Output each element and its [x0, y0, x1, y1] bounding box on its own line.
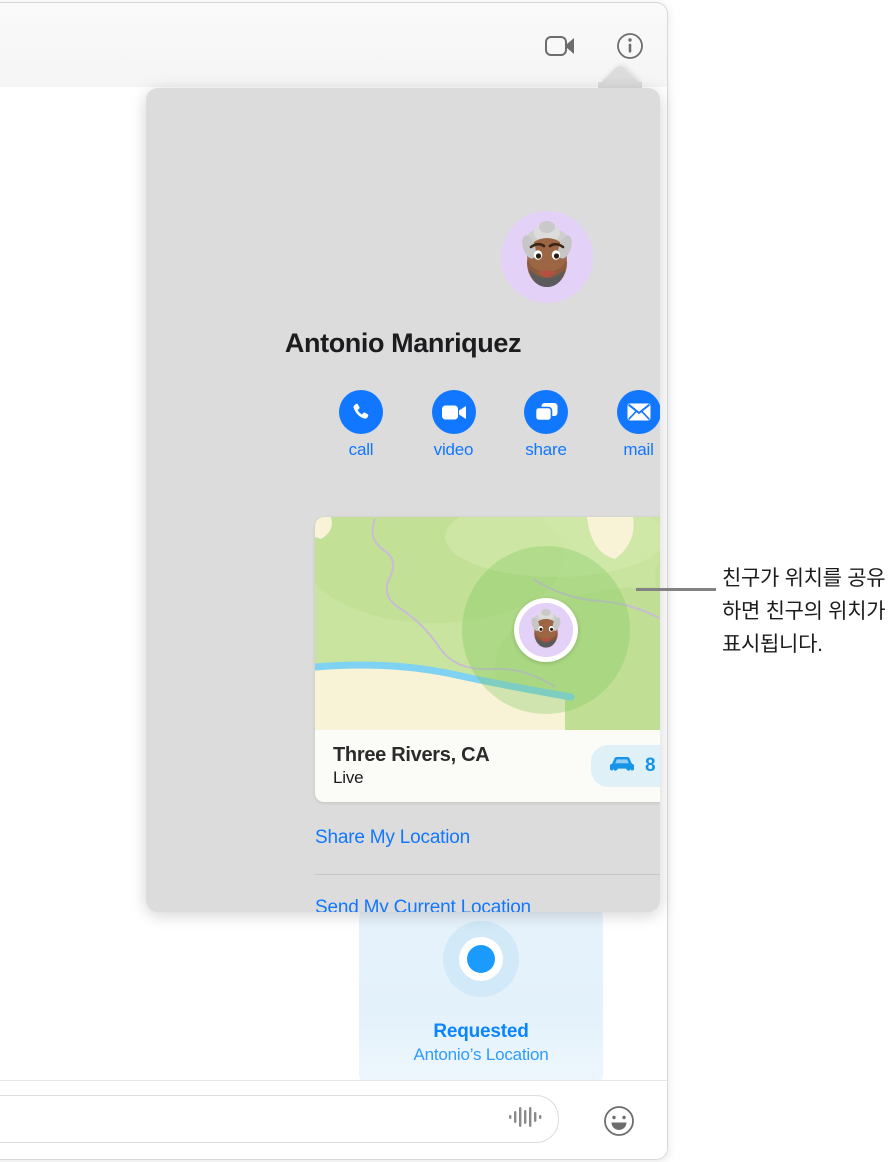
facetime-video-icon[interactable]: [539, 25, 581, 67]
message-text-input[interactable]: [0, 1095, 559, 1143]
action-label: share: [525, 440, 567, 459]
action-share[interactable]: share: [513, 390, 579, 460]
action-label: video: [433, 440, 474, 459]
share-my-location-link[interactable]: Share My Location: [315, 827, 470, 849]
message-bubble-container: Requested Antonio’s Location: [359, 901, 609, 1091]
video-camera-icon: [431, 390, 476, 434]
contact-details-popover: Antonio Manriquez call video share mail …: [146, 88, 660, 912]
action-label: call: [348, 440, 374, 459]
location-name: Three Rivers, CA: [333, 744, 490, 766]
map-location-info: Three Rivers, CA Live: [333, 744, 490, 788]
contact-name: Antonio Manriquez: [284, 328, 522, 358]
eta-text: 8 hr 11 min: [645, 755, 660, 776]
window-toolbar: [0, 3, 667, 88]
action-call[interactable]: call: [328, 390, 394, 460]
screen-share-icon: [524, 390, 568, 434]
map-canvas: [315, 517, 660, 730]
quick-actions-row: call video share mail: [306, 390, 660, 460]
map-person-pin[interactable]: [514, 598, 578, 662]
contact-avatar[interactable]: [501, 211, 593, 303]
location-pin-dot-icon: [433, 919, 529, 1015]
action-mail[interactable]: mail: [606, 390, 660, 460]
audio-waveform-icon[interactable]: [508, 1106, 542, 1133]
map-footer: Three Rivers, CA Live 8 hr 11 min: [315, 730, 660, 802]
bubble-title: Requested: [433, 1021, 529, 1042]
action-video[interactable]: video: [421, 390, 487, 460]
toolbar-actions: [539, 25, 651, 67]
car-icon: [609, 755, 635, 778]
bubble-subtitle: Antonio’s Location: [413, 1045, 549, 1064]
send-my-current-location-link[interactable]: Send My Current Location: [315, 897, 531, 912]
phone-icon: [339, 390, 383, 434]
screenshot-root: Requested Antonio’s Location Antonio Man…: [0, 0, 894, 1162]
location-request-bubble[interactable]: Requested Antonio’s Location: [359, 901, 609, 1091]
callout-text: 친구가 위치를 공유하면 친구의 위치가 표시됩니다.: [722, 567, 886, 656]
location-status: Live: [333, 768, 364, 787]
popover-divider: [315, 874, 660, 875]
message-input-bar: [0, 1080, 667, 1159]
map-pin-avatar: [519, 603, 573, 657]
location-map-card[interactable]: Three Rivers, CA Live 8 hr 11 min: [315, 517, 660, 802]
action-label: mail: [623, 440, 654, 459]
envelope-icon: [616, 390, 660, 434]
callout-leader-line: [636, 588, 716, 591]
popover-arrow: [598, 62, 642, 90]
details-info-icon[interactable]: [609, 25, 651, 67]
emoji-picker-icon[interactable]: [603, 1105, 635, 1142]
eta-pill[interactable]: 8 hr 11 min: [591, 745, 660, 787]
